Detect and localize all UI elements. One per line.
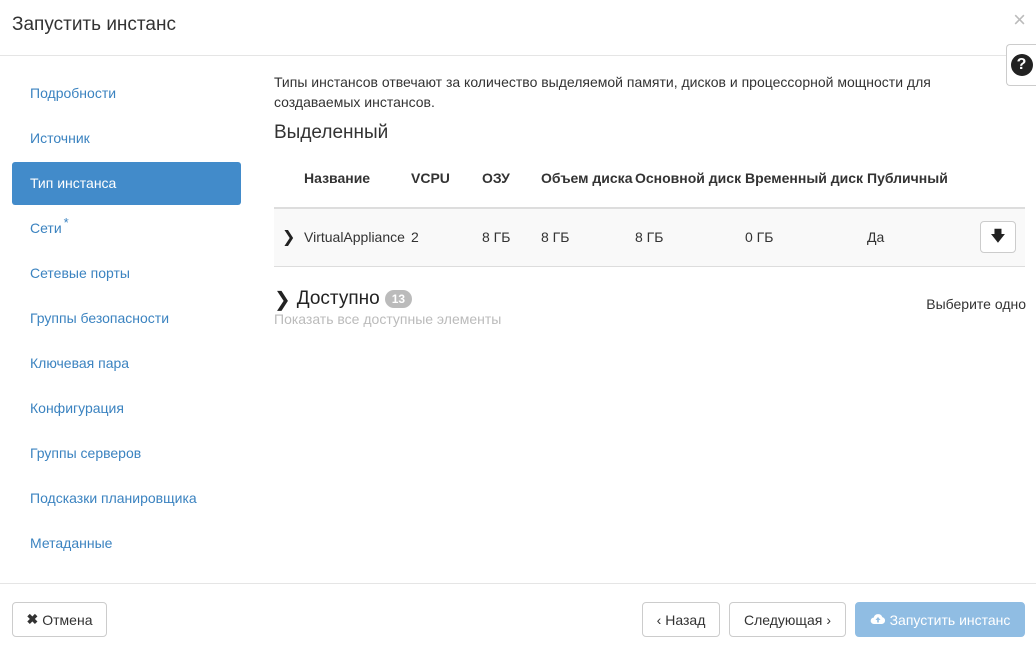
table-row: ❯ VirtualAppliance 2 8 ГБ 8 ГБ 8 ГБ 0 ГБ…: [274, 208, 1025, 267]
close-icon[interactable]: ×: [1013, 8, 1026, 32]
available-subtitle: Показать все доступные элементы: [274, 310, 502, 327]
sidebar-item-metadata[interactable]: Метаданные: [12, 522, 241, 565]
modal-header: Запустить инстанс ×: [0, 0, 1036, 56]
back-button[interactable]: ‹ Назад: [642, 602, 720, 637]
sidebar-item-flavor[interactable]: Тип инстанса: [12, 162, 241, 205]
sidebar-item-label: Подробности: [30, 85, 117, 101]
close-icon: ✖: [26, 611, 39, 627]
required-marker: *: [63, 215, 69, 231]
launch-instance-button[interactable]: Запустить инстанс: [855, 602, 1025, 637]
sidebar-item-label: Группы безопасности: [30, 310, 170, 326]
column-header-public[interactable]: Публичный: [867, 148, 969, 209]
cell-ram: 8 ГБ: [482, 208, 541, 267]
cloud-upload-icon: [870, 612, 886, 628]
chevron-right-icon: ›: [826, 611, 831, 628]
available-section: ❯ Доступно 13 Показать все доступные эле…: [274, 287, 1026, 347]
back-label: Назад: [665, 611, 706, 628]
sidebar-item-label: Конфигурация: [30, 400, 124, 416]
launch-label: Запустить инстанс: [889, 611, 1011, 628]
column-header-name[interactable]: Название: [304, 148, 411, 209]
next-label: Следующая: [744, 611, 823, 628]
sidebar-item-details[interactable]: Подробности: [12, 72, 241, 115]
help-text: Типы инстансов отвечают за количество вы…: [274, 74, 931, 110]
next-button[interactable]: Следующая ›: [729, 602, 846, 637]
allocated-title: Выделенный: [274, 122, 389, 143]
column-header-root-disk[interactable]: Основной диск: [635, 148, 745, 209]
column-header-ephemeral-disk[interactable]: Временный диск: [745, 148, 867, 209]
sidebar-item-security-groups[interactable]: Группы безопасности: [12, 297, 241, 340]
table-header-row: Название VCPU ОЗУ Объем диска Основной д…: [274, 148, 1025, 209]
cancel-label: Отмена: [42, 611, 93, 628]
column-header-disk[interactable]: Объем диска: [541, 148, 635, 209]
sidebar-item-configuration[interactable]: Конфигурация: [12, 387, 241, 430]
deallocate-button[interactable]: 🡇: [980, 221, 1016, 254]
cell-ephemeral-disk: 0 ГБ: [745, 208, 867, 267]
available-title: Доступно: [296, 288, 380, 309]
sidebar-item-label: Ключевая пара: [30, 355, 130, 371]
column-header-vcpu[interactable]: VCPU: [411, 148, 482, 209]
sidebar-item-label: Сетевые порты: [30, 265, 130, 281]
sidebar-item-label: Сети: [30, 220, 62, 236]
cell-root-disk: 8 ГБ: [635, 208, 745, 267]
sidebar-item-label: Источник: [30, 130, 90, 146]
sidebar-item-label: Метаданные: [30, 535, 113, 551]
sidebar-item-label: Группы серверов: [30, 445, 142, 461]
cell-public: Да: [867, 208, 969, 267]
cell-disk: 8 ГБ: [541, 208, 635, 267]
allocated-table: Название VCPU ОЗУ Объем диска Основной д…: [274, 148, 1025, 267]
sidebar-item-server-groups[interactable]: Группы серверов: [12, 432, 241, 475]
sidebar-item-networks[interactable]: Сети *: [12, 207, 241, 250]
available-toggle[interactable]: ❯ Доступно 13: [274, 287, 413, 312]
sidebar-item-label: Подсказки планировщика: [30, 490, 197, 506]
chevron-right-icon: ❯: [274, 288, 291, 311]
sidebar-item-label: Тип инстанса: [30, 175, 117, 191]
modal-footer: ✖ Отмена ‹ Назад Следующая › Запустить и…: [0, 583, 1036, 646]
column-header-ram[interactable]: ОЗУ: [482, 148, 541, 209]
sidebar-item-network-ports[interactable]: Сетевые порты: [12, 252, 241, 295]
cell-name: VirtualAppliance: [304, 208, 411, 267]
wizard-sidebar: Подробности Источник Тип инстанса Сети * …: [12, 72, 241, 567]
sidebar-item-scheduler-hints[interactable]: Подсказки планировщика: [12, 477, 241, 520]
sidebar-item-key-pair[interactable]: Ключевая пара: [12, 342, 241, 385]
cancel-button[interactable]: ✖ Отмена: [12, 602, 107, 637]
sidebar-item-source[interactable]: Источник: [12, 117, 241, 160]
flavor-panel: Типы инстансов отвечают за количество вы…: [274, 72, 1026, 347]
chevron-right-icon[interactable]: ❯: [274, 229, 295, 246]
select-one-hint: Выберите одно: [926, 295, 1026, 312]
cell-vcpu: 2: [411, 208, 482, 267]
chevron-left-icon: ‹: [656, 611, 662, 628]
arrow-down-icon: 🡇: [990, 228, 1006, 246]
modal-title: Запустить инстанс: [12, 14, 176, 35]
available-count-badge: 13: [384, 290, 413, 308]
